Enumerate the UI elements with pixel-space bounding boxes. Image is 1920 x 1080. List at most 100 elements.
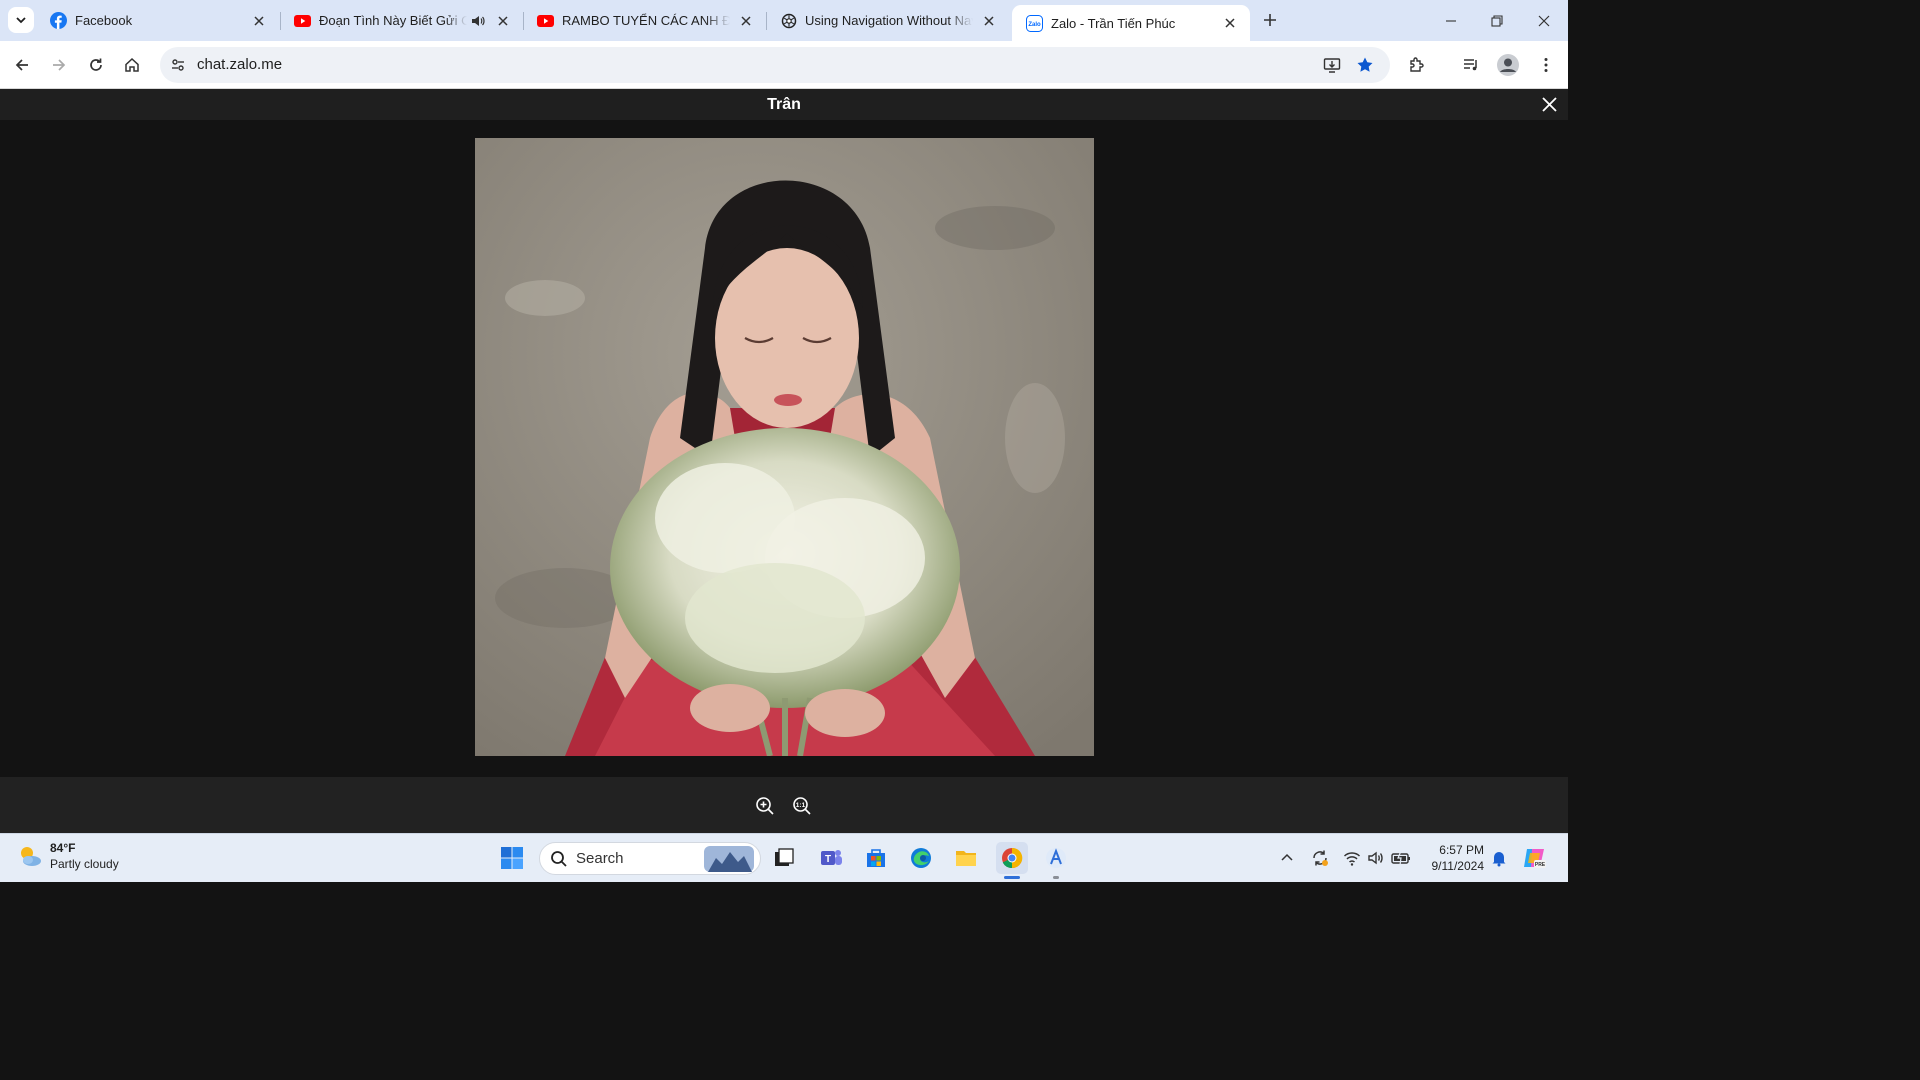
youtube-icon <box>294 12 311 29</box>
viewer-close-button[interactable] <box>1541 96 1558 113</box>
edge-button[interactable] <box>905 842 937 874</box>
extensions-button[interactable] <box>1403 51 1431 79</box>
battery-tray-icon[interactable] <box>1391 848 1411 868</box>
photo-illustration <box>475 138 1094 756</box>
tab-strip: Facebook Đoạn Tình Này Biết Gửi Cho Ai R… <box>0 0 1568 41</box>
clock[interactable]: 6:57 PM 9/11/2024 <box>1418 842 1485 874</box>
app-store-icon <box>1046 848 1066 868</box>
wifi-tray-icon[interactable] <box>1342 848 1362 868</box>
tab-chatgpt[interactable]: Using Navigation Without NavHost <box>766 0 1009 41</box>
tab-title: Using Navigation Without NavHost <box>805 13 973 28</box>
reload-button[interactable] <box>82 51 110 79</box>
viewer-toolbar: 1:1 <box>0 777 1568 833</box>
copilot-icon: PRE <box>1524 849 1546 868</box>
copilot-button[interactable]: PRE <box>1518 842 1550 874</box>
sync-icon <box>1313 850 1328 866</box>
tab-zalo[interactable]: Zalo Zalo - Trần Tiến Phúc <box>1012 5 1250 41</box>
arrow-right-icon <box>53 59 66 71</box>
weather-condition: Partly cloudy <box>50 857 119 871</box>
address-bar[interactable]: chat.zalo.me <box>160 47 1390 83</box>
restore-button[interactable] <box>1474 0 1520 41</box>
volume-tray-icon[interactable] <box>1366 848 1386 868</box>
reload-icon <box>90 58 102 71</box>
clock-time: 6:57 PM <box>1439 843 1484 857</box>
sync-tray-icon[interactable] <box>1310 848 1330 868</box>
app-button[interactable] <box>1040 842 1072 874</box>
install-icon <box>1323 58 1341 73</box>
partly-cloudy-icon <box>21 847 41 866</box>
forward-button[interactable] <box>45 51 73 79</box>
close-icon[interactable] <box>981 13 997 29</box>
active-app-indicator <box>1004 876 1020 879</box>
speaker-icon[interactable] <box>471 13 487 29</box>
chevron-down-icon <box>16 17 26 24</box>
tab-title: RAMBO TUYỂN CÁC ANH ĐẸP TRAI <box>562 13 730 28</box>
zoom-in-button[interactable] <box>754 795 776 817</box>
back-button[interactable] <box>8 51 36 79</box>
app-running-indicator <box>1053 876 1059 879</box>
minimize-icon <box>1446 19 1456 22</box>
photo[interactable] <box>475 138 1094 756</box>
folder-icon <box>956 851 976 866</box>
teams-button[interactable]: T <box>815 842 847 874</box>
file-explorer-button[interactable] <box>950 842 982 874</box>
minimize-button[interactable] <box>1428 0 1474 41</box>
windows-icon <box>501 847 523 869</box>
tray-expand-button[interactable] <box>1277 848 1297 868</box>
plus-icon <box>1264 14 1276 26</box>
store-icon <box>867 849 885 867</box>
puzzle-icon <box>1410 57 1424 72</box>
site-settings-icon[interactable] <box>166 53 190 77</box>
weather-widget[interactable]: 84°F Partly cloudy <box>16 840 119 872</box>
task-view-icon <box>775 848 794 866</box>
media-control-button[interactable] <box>1457 51 1485 79</box>
svg-text:T: T <box>825 854 831 865</box>
bookmark-button[interactable] <box>1351 51 1379 79</box>
tab-title: Đoạn Tình Này Biết Gửi Cho Ai <box>319 13 467 28</box>
svg-text:1:1: 1:1 <box>796 802 806 809</box>
new-tab-button[interactable] <box>1258 8 1282 32</box>
chrome-button[interactable] <box>996 842 1028 874</box>
tab-youtube-1[interactable]: Đoạn Tình Này Biết Gửi Cho Ai <box>280 0 523 41</box>
url-text: chat.zalo.me <box>197 56 283 73</box>
taskbar: 84°F Partly cloudy Search T 6:57 PM 9/11… <box>0 833 1568 882</box>
star-icon <box>1357 57 1373 72</box>
search-label: Search <box>576 850 624 867</box>
openai-icon <box>780 12 797 29</box>
store-button[interactable] <box>860 842 892 874</box>
close-icon[interactable] <box>495 13 511 29</box>
profile-avatar[interactable] <box>1494 51 1522 79</box>
bell-icon <box>1492 852 1506 867</box>
task-view-button[interactable] <box>768 842 800 874</box>
close-icon[interactable] <box>1222 15 1238 31</box>
close-window-button[interactable] <box>1521 0 1567 41</box>
notification-button[interactable] <box>1489 848 1509 868</box>
viewer-stage <box>0 120 1568 777</box>
kebab-menu-icon <box>1544 58 1548 72</box>
search-highlight-image <box>704 846 754 872</box>
zoom-reset-button[interactable]: 1:1 <box>791 795 813 817</box>
media-queue-icon <box>1464 59 1477 71</box>
taskbar-search[interactable]: Search <box>539 842 761 875</box>
zalo-icon: Zalo <box>1026 14 1043 32</box>
chevron-up-icon <box>1281 853 1293 861</box>
menu-button[interactable] <box>1532 51 1560 79</box>
volume-icon <box>1368 851 1383 865</box>
tab-youtube-2[interactable]: RAMBO TUYỂN CÁC ANH ĐẸP TRAI <box>523 0 766 41</box>
teams-icon: T <box>821 850 842 865</box>
battery-charging-icon <box>1391 850 1410 866</box>
tab-facebook[interactable]: Facebook <box>36 0 279 41</box>
close-icon[interactable] <box>251 13 267 29</box>
youtube-icon <box>537 12 554 29</box>
install-app-button[interactable] <box>1318 51 1346 79</box>
facebook-icon <box>50 12 67 29</box>
svg-text:PRE: PRE <box>1535 862 1546 868</box>
close-icon <box>1538 15 1550 26</box>
arrow-left-icon <box>15 59 28 71</box>
weather-temp: 84°F <box>50 841 76 855</box>
start-button[interactable] <box>496 842 528 874</box>
search-icon <box>551 851 567 867</box>
home-button[interactable] <box>118 51 146 79</box>
close-icon[interactable] <box>738 13 754 29</box>
tab-search-button[interactable] <box>8 7 34 33</box>
